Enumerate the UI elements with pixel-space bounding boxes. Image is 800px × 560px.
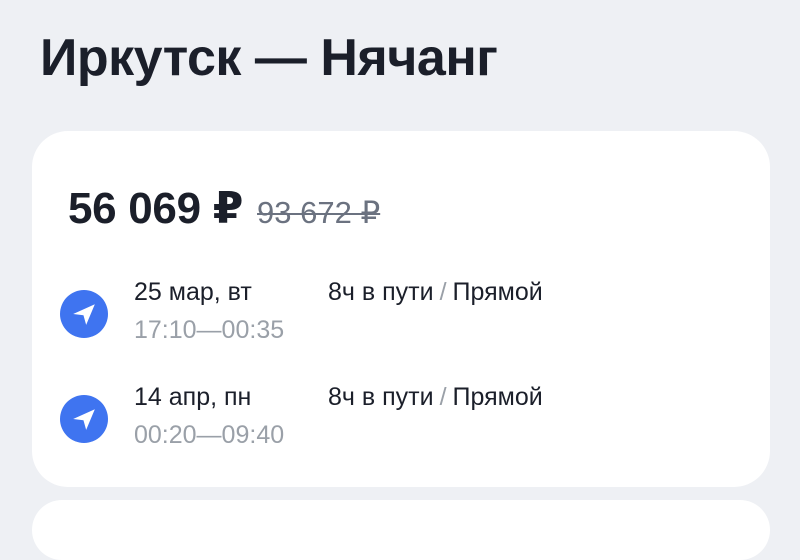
- price-row: 56 069 ₽ 93 672 ₽: [68, 183, 380, 234]
- segment-time: 00:20—09:40: [134, 421, 285, 449]
- segment-duration: 8ч в пути: [328, 278, 434, 306]
- ticket-card[interactable]: 56 069 ₽ 93 672 ₽ 25 мар, вт 17:10—00:35…: [32, 131, 770, 487]
- segment-type: Прямой: [452, 278, 543, 306]
- page-title: Иркутск — Нячанг: [40, 29, 498, 87]
- segment-info: 8ч в пути / Прямой: [328, 278, 543, 307]
- current-price: 56 069 ₽: [68, 184, 244, 233]
- segment-separator: /: [439, 383, 447, 411]
- segment-duration: 8ч в пути: [328, 383, 434, 411]
- next-ticket-card[interactable]: [32, 500, 770, 560]
- flight-segment-outbound: 25 мар, вт 17:10—00:35 8ч в пути / Прямой: [60, 278, 740, 348]
- old-price: 93 672 ₽: [257, 195, 381, 230]
- segment-separator: /: [439, 278, 447, 306]
- segment-info: 8ч в пути / Прямой: [328, 383, 543, 412]
- flight-segment-return: 14 апр, пн 00:20—09:40 8ч в пути / Прямой: [60, 383, 740, 453]
- segment-date: 14 апр, пн: [134, 383, 252, 411]
- segment-type: Прямой: [452, 383, 543, 411]
- segment-date: 25 мар, вт: [134, 278, 252, 306]
- plane-icon: [60, 290, 108, 338]
- segment-time: 17:10—00:35: [134, 316, 285, 344]
- plane-icon: [60, 395, 108, 443]
